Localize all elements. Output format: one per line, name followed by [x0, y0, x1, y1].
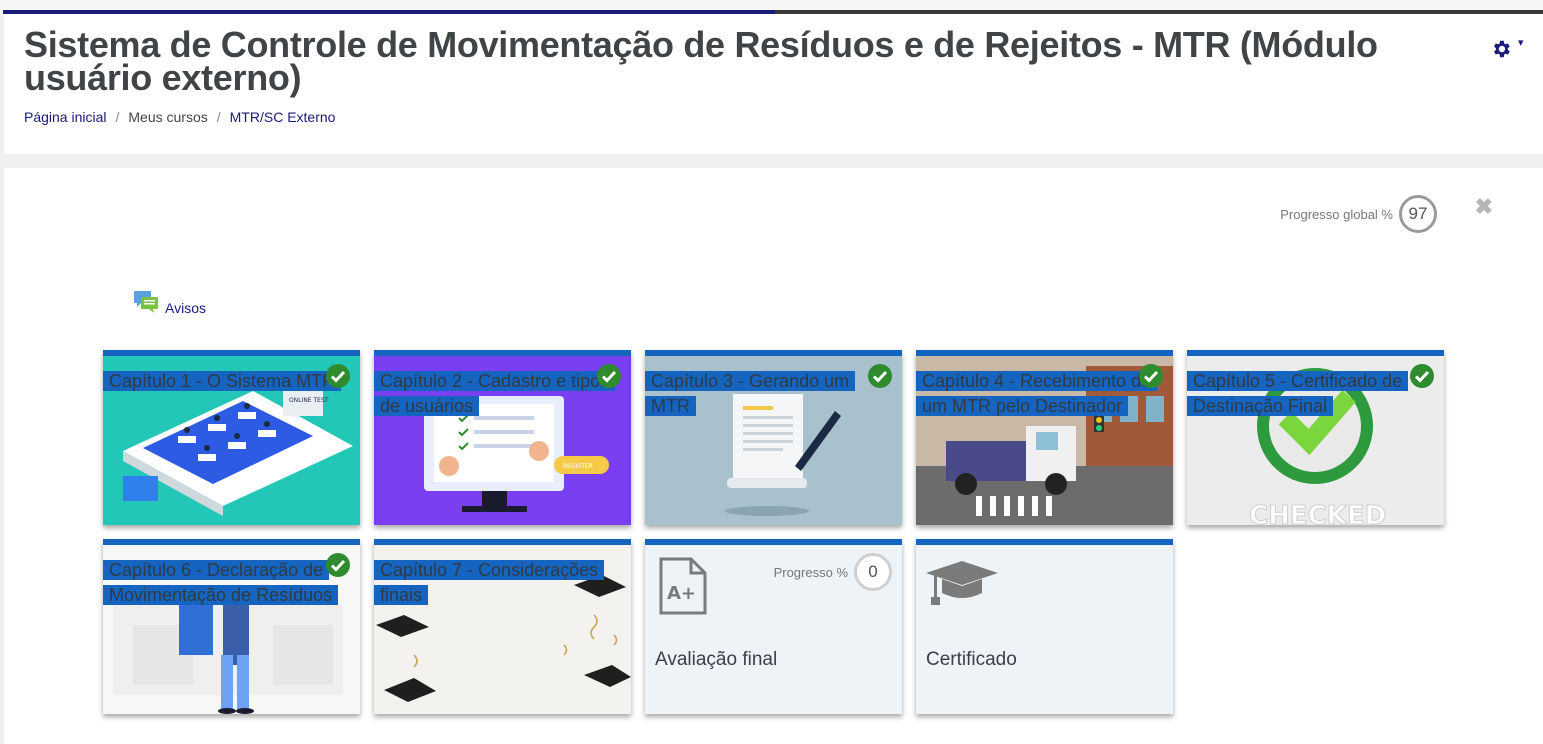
certificate-label: Certificado — [926, 649, 1017, 670]
completed-check-icon — [868, 364, 892, 388]
final-assessment-tile[interactable]: A+ Progresso % 0 Avaliação final — [645, 539, 902, 714]
announcements-label: Avisos — [165, 300, 206, 316]
completed-check-icon — [326, 553, 350, 577]
breadcrumb-home-link[interactable]: Página inicial — [24, 109, 107, 125]
global-progress-ring: 97 — [1399, 195, 1437, 233]
breadcrumb: Página inicial / Meus cursos / MTR/SC Extern… — [24, 109, 336, 125]
completed-check-icon — [326, 364, 350, 388]
gear-icon — [1494, 40, 1510, 58]
chapter-1-tile[interactable]: ONLINE TEST Capítulo 1 - O Sistema MTR — [103, 350, 360, 525]
svg-text:CHECKED: CHECKED — [1249, 501, 1386, 525]
svg-text:A+: A+ — [667, 583, 696, 604]
chapter-label: Capítulo 4 - Recebimento de um MTR pelo … — [916, 369, 1161, 419]
chapter-label: Capítulo 1 - O Sistema MTR — [103, 369, 342, 394]
global-progress-label: Progresso global % — [1280, 206, 1393, 222]
chapter-label: Capítulo 6 - Declaração de Movimentação … — [103, 558, 348, 608]
svg-text:REGISTER: REGISTER — [563, 463, 593, 470]
page-header: Sistema de Controle de Movimentação de R… — [4, 14, 1543, 154]
completed-check-icon — [597, 364, 621, 388]
chapter-7-tile[interactable]: Capítulo 7 - Considerações finais — [374, 539, 631, 714]
forum-icon — [134, 291, 158, 313]
announcements-link[interactable]: Avisos — [133, 288, 206, 316]
grade-document-icon: A+ — [659, 557, 707, 615]
assessment-progress-label: Progresso % — [773, 564, 848, 580]
breadcrumb-my-courses: Meus cursos — [128, 109, 208, 125]
chapter-label: Capítulo 2 - Cadastro e tipos de usuário… — [374, 369, 619, 419]
chapter-6-tile[interactable]: Capítulo 6 - Declaração de Movimentação … — [103, 539, 360, 714]
global-progress: Progresso global % 97 — [1280, 195, 1437, 233]
top-progress-bar — [0, 0, 1543, 14]
svg-text:ONLINE TEST: ONLINE TEST — [289, 397, 329, 404]
graduation-cap-icon — [926, 561, 998, 605]
chapter-label: Capítulo 3 - Gerando um MTR — [645, 369, 890, 419]
chapter-5-tile[interactable]: CHECKED Capítulo 5 - Certificado de Dest… — [1187, 350, 1444, 525]
settings-menu-button[interactable]: ▾ — [1490, 36, 1530, 62]
close-icon[interactable]: ✖ — [1475, 196, 1493, 218]
completed-check-icon — [1410, 364, 1434, 388]
breadcrumb-course-link[interactable]: MTR/SC Externo — [230, 109, 336, 125]
certificate-tile[interactable]: Certificado — [916, 539, 1173, 714]
chapter-label: Capítulo 7 - Considerações finais — [374, 558, 619, 608]
chapter-3-tile[interactable]: Capítulo 3 - Gerando um MTR — [645, 350, 902, 525]
chapter-2-tile[interactable]: REGISTER Capítulo 2 - Cadastro e tipos d… — [374, 350, 631, 525]
chapter-label: Capítulo 5 - Certificado de Destinação F… — [1187, 369, 1432, 419]
page-title: Sistema de Controle de Movimentação de R… — [24, 24, 1378, 98]
assessment-label: Avaliação final — [655, 649, 778, 670]
assessment-progress-ring: 0 — [854, 553, 892, 591]
chevron-down-icon: ▾ — [1518, 37, 1524, 49]
completed-check-icon — [1139, 364, 1163, 388]
assessment-progress: Progresso % 0 — [774, 553, 892, 591]
chapter-4-tile[interactable]: Capítulo 4 - Recebimento de um MTR pelo … — [916, 350, 1173, 525]
